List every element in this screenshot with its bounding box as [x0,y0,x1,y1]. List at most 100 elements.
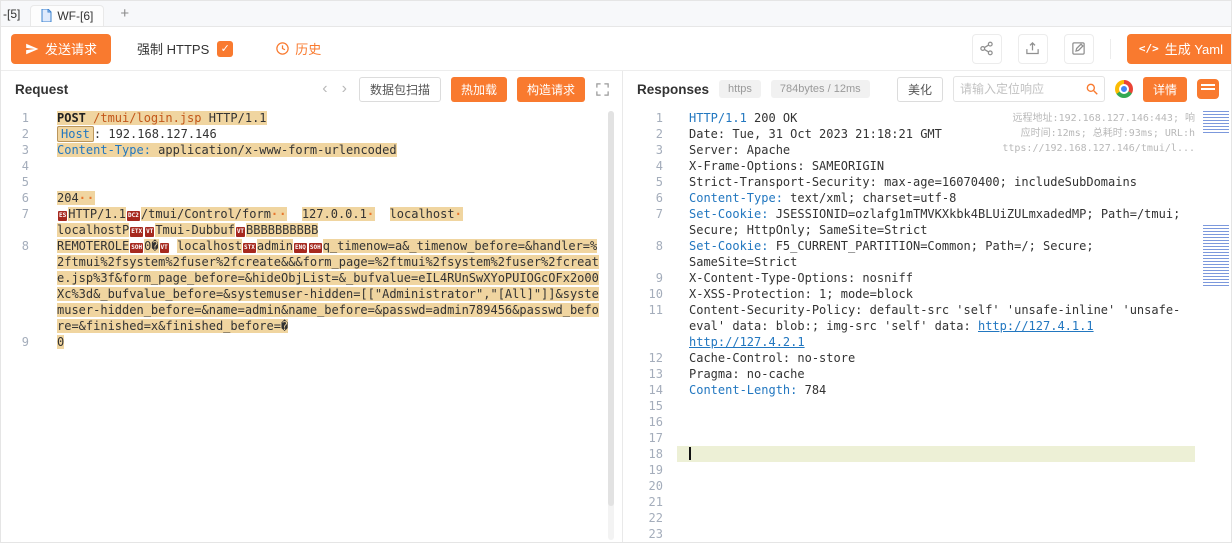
fullscreen-icon[interactable] [595,82,610,97]
tab-partial[interactable]: -[5] [3,7,20,21]
force-https-checkbox[interactable]: ✓ [217,41,233,57]
code-line[interactable]: 13 Pragma: no-cache [637,366,1231,382]
response-panel-header: Responses https 784bytes / 12ms 美化 详情 [637,71,1231,107]
code-segment: localhost [177,239,242,253]
code-segment: 204 [57,191,79,205]
code-line[interactable]: 2Host: 192.168.127.146 [1,126,622,142]
code-segment: · [455,207,463,221]
code-line[interactable]: 20 [637,478,1231,494]
share-icon[interactable] [972,34,1002,64]
code-segment: Set-Cookie: [689,239,768,253]
code-line[interactable]: 9X-Content-Type-Options: nosniff [637,270,1231,286]
minimap[interactable] [1201,107,1231,543]
code-line[interactable]: 4X-Frame-Options: SAMEORIGIN [637,158,1231,174]
code-segment: ·· [271,207,287,221]
request-scrollbar[interactable] [608,111,614,540]
line-number: 13 [637,366,677,382]
response-search-input[interactable] [954,82,1080,96]
code-segment: X-XSS-Protection: 1; mode=block [689,287,913,301]
code-line[interactable]: 8REMOTEROLESOH0�VT localhostSTXadminENQS… [1,238,622,334]
export-icon[interactable] [1018,34,1048,64]
code-segment: Content-Security-Policy: default-src 'se… [689,303,1180,333]
line-number: 12 [637,350,677,366]
code-line[interactable]: 15 [637,398,1231,414]
code-line[interactable]: 5 [1,174,622,190]
line-number: 11 [637,302,677,350]
history-button[interactable]: 历史 [275,39,321,58]
code-segment: Content-Type: [689,191,783,205]
code-segment: q_timenow=a&_timenow_before=&handler=%2f… [57,239,599,333]
code-line[interactable]: 23 [637,526,1231,542]
code-line[interactable]: 10 X-XSS-Protection: 1; mode=block [637,286,1231,302]
code-segment: application/x-www-form-urlencoded [158,143,396,157]
code-line[interactable]: 17 [637,430,1231,446]
code-line[interactable]: 18 [637,446,1231,462]
code-line[interactable]: 6204·· [1,190,622,206]
control-char-badge: VT [145,227,154,237]
code-line[interactable]: 5Strict-Transport-Security: max-age=1607… [637,174,1231,190]
line-number: 22 [637,510,677,526]
code-line[interactable]: 4 [1,158,622,174]
comment-icon[interactable] [1197,79,1219,99]
packet-scan-button[interactable]: 数据包扫描 [359,77,441,102]
build-request-button[interactable]: 构造请求 [517,77,585,102]
code-line[interactable]: 3Content-Type: application/x-www-form-ur… [1,142,622,158]
tab-label: WF-[6] [57,9,93,23]
code-line[interactable]: 11 Content-Security-Policy: default-src '… [637,302,1231,350]
history-label: 历史 [295,39,321,58]
code-line[interactable]: 16 [637,414,1231,430]
code-line[interactable]: 1POST /tmui/login.jsp HTTP/1.1 [1,110,622,126]
meta-line: ttps://192.168.127.146/tmui/l... [965,141,1195,156]
line-number: 8 [637,238,677,270]
prev-request-button[interactable]: ‹ [320,81,329,97]
tab-wf6[interactable]: WF-[6] [30,5,104,26]
code-line[interactable]: 21 [637,494,1231,510]
request-editor[interactable]: 1POST /tmui/login.jsp HTTP/1.12Host: 192… [1,107,622,543]
protocol-badge: https [719,80,761,98]
line-number: 9 [1,334,45,350]
code-line[interactable]: 19 [637,462,1231,478]
code-line[interactable]: 14Content-Length: 784 [637,382,1231,398]
panels: Request ‹ › 数据包扫描 热加载 构造请求 1POST /tmui/l… [1,71,1231,543]
chrome-icon[interactable] [1115,80,1133,98]
code-segment: Tmui-Dubbuf [155,223,234,237]
response-editor[interactable]: 远程地址:192.168.127.146:443; 响 应时间:12ms; 总耗… [637,107,1231,543]
send-request-button[interactable]: 发送请求 [11,34,111,64]
code-line[interactable]: 12Cache-Control: no-store [637,350,1231,366]
code-segment: REMOTEROLE [57,239,129,253]
control-char-badge: ENQ [294,243,307,253]
edit-icon[interactable] [1064,34,1094,64]
line-number: 20 [637,478,677,494]
line-number: 5 [1,174,45,190]
search-icon[interactable] [1080,77,1104,101]
request-scrollbar-thumb[interactable] [608,111,614,506]
code-line[interactable]: 7Set-Cookie: JSESSIONID=ozlafg1mTMVKXkbk… [637,206,1231,238]
generate-yaml-button[interactable]: </> 生成 Yaml [1127,34,1232,64]
minimap-block [1203,111,1229,135]
next-request-button[interactable]: › [340,81,349,97]
code-line[interactable]: 22 [637,510,1231,526]
beautify-button[interactable]: 美化 [897,77,943,102]
code-line[interactable]: 6Content-Type: text/xml; charset=utf-8 [637,190,1231,206]
control-char-badge: ES [58,211,67,221]
code-segment: Host [57,126,94,142]
hot-reload-button[interactable]: 热加载 [451,77,507,102]
line-number: 6 [1,190,45,206]
app-window: -[5] WF-[6] + 发送请求 强制 HTTPS ✓ 历史 [0,0,1232,543]
code-line[interactable]: 8Set-Cookie: F5_CURRENT_PARTITION=Common… [637,238,1231,270]
code-segment: BBBBBBBBBB [246,223,318,237]
new-tab-button[interactable]: + [114,6,135,21]
code-line[interactable]: 90 [1,334,622,350]
code-segment: Pragma: no-cache [689,367,805,381]
code-segment: /tmui/Control/form [141,207,271,221]
control-char-badge: ETX [130,227,143,237]
line-number: 2 [1,126,45,142]
toolbar-right: </> 生成 Yaml [972,34,1221,64]
code-segment [375,207,389,221]
code-line[interactable]: 7ESHTTP/1.1DC2/tmui/Control/form·· 127.0… [1,206,622,238]
line-number: 10 [637,286,677,302]
code-icon: </> [1139,42,1159,55]
details-button[interactable]: 详情 [1143,77,1187,102]
response-search [953,76,1105,102]
code-segment: 200 OK [747,111,798,125]
